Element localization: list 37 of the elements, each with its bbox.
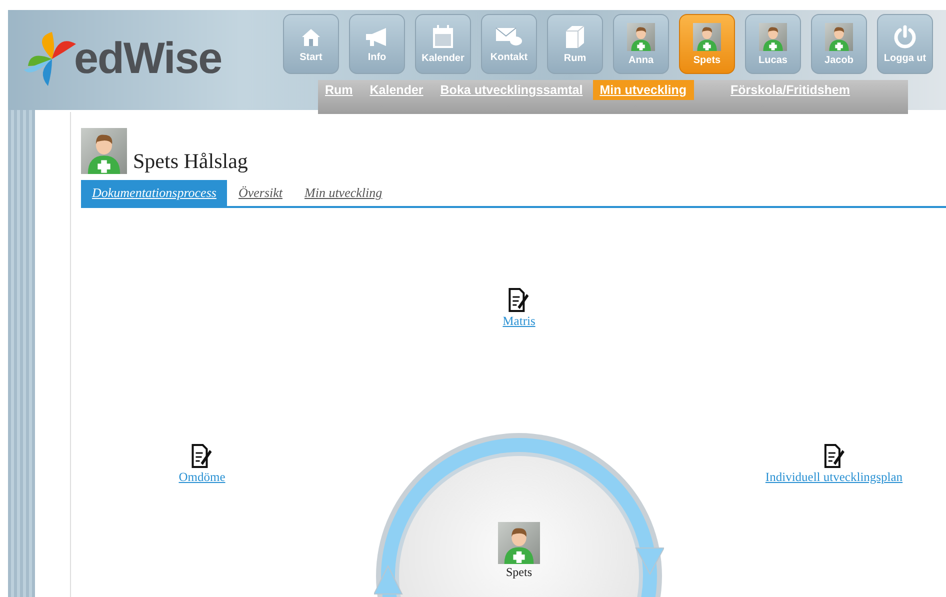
tab[interactable]: Min utveckling xyxy=(294,180,394,206)
nav-button[interactable]: Start xyxy=(283,14,339,74)
avatar-icon xyxy=(81,128,127,174)
tab[interactable]: Översikt xyxy=(227,180,294,206)
nav-button[interactable]: Logga ut xyxy=(877,14,933,74)
process-link[interactable]: Individuell utvecklingsplan xyxy=(765,470,903,485)
subnav-link[interactable]: Kalender xyxy=(362,80,430,100)
calendar-icon xyxy=(432,24,454,48)
nav-button[interactable]: Info xyxy=(349,14,405,74)
nav-button[interactable]: Jacob xyxy=(811,14,867,74)
nav-button[interactable]: Kontakt xyxy=(481,14,537,74)
nav-button[interactable]: Kalender xyxy=(415,14,471,74)
subnav-link[interactable]: Min utveckling xyxy=(592,80,694,100)
subnav-link[interactable]: Förskola/Fritidshem xyxy=(724,80,858,100)
nav-button[interactable]: Spets xyxy=(679,14,735,74)
person-avatar-icon xyxy=(759,22,787,50)
person-avatar-icon xyxy=(693,22,721,50)
power-icon xyxy=(893,24,917,48)
tab[interactable]: Dokumentationsprocess xyxy=(81,180,228,206)
mail-icon xyxy=(495,26,523,48)
nav-button[interactable]: Rum xyxy=(547,14,603,74)
logo-text: edWise xyxy=(74,34,222,84)
person-avatar-icon xyxy=(825,22,853,50)
profile-name: Spets Hålslag xyxy=(133,149,248,174)
document-edit-icon xyxy=(191,444,213,468)
person-avatar-icon xyxy=(627,22,655,50)
document-edit-icon xyxy=(823,444,845,468)
nav-button[interactable]: Lucas xyxy=(745,14,801,74)
center-label: Spets xyxy=(506,565,532,580)
process-link[interactable]: Matris xyxy=(502,314,536,329)
subnav-link[interactable]: Rum xyxy=(318,80,360,100)
document-edit-icon xyxy=(508,288,530,312)
nav-button[interactable]: Anna xyxy=(613,14,669,74)
avatar-icon xyxy=(498,522,540,564)
process-link[interactable]: Omdöme xyxy=(178,470,226,485)
subnav-link[interactable]: Boka utvecklingssamtal xyxy=(433,80,590,100)
box-icon xyxy=(564,24,586,48)
